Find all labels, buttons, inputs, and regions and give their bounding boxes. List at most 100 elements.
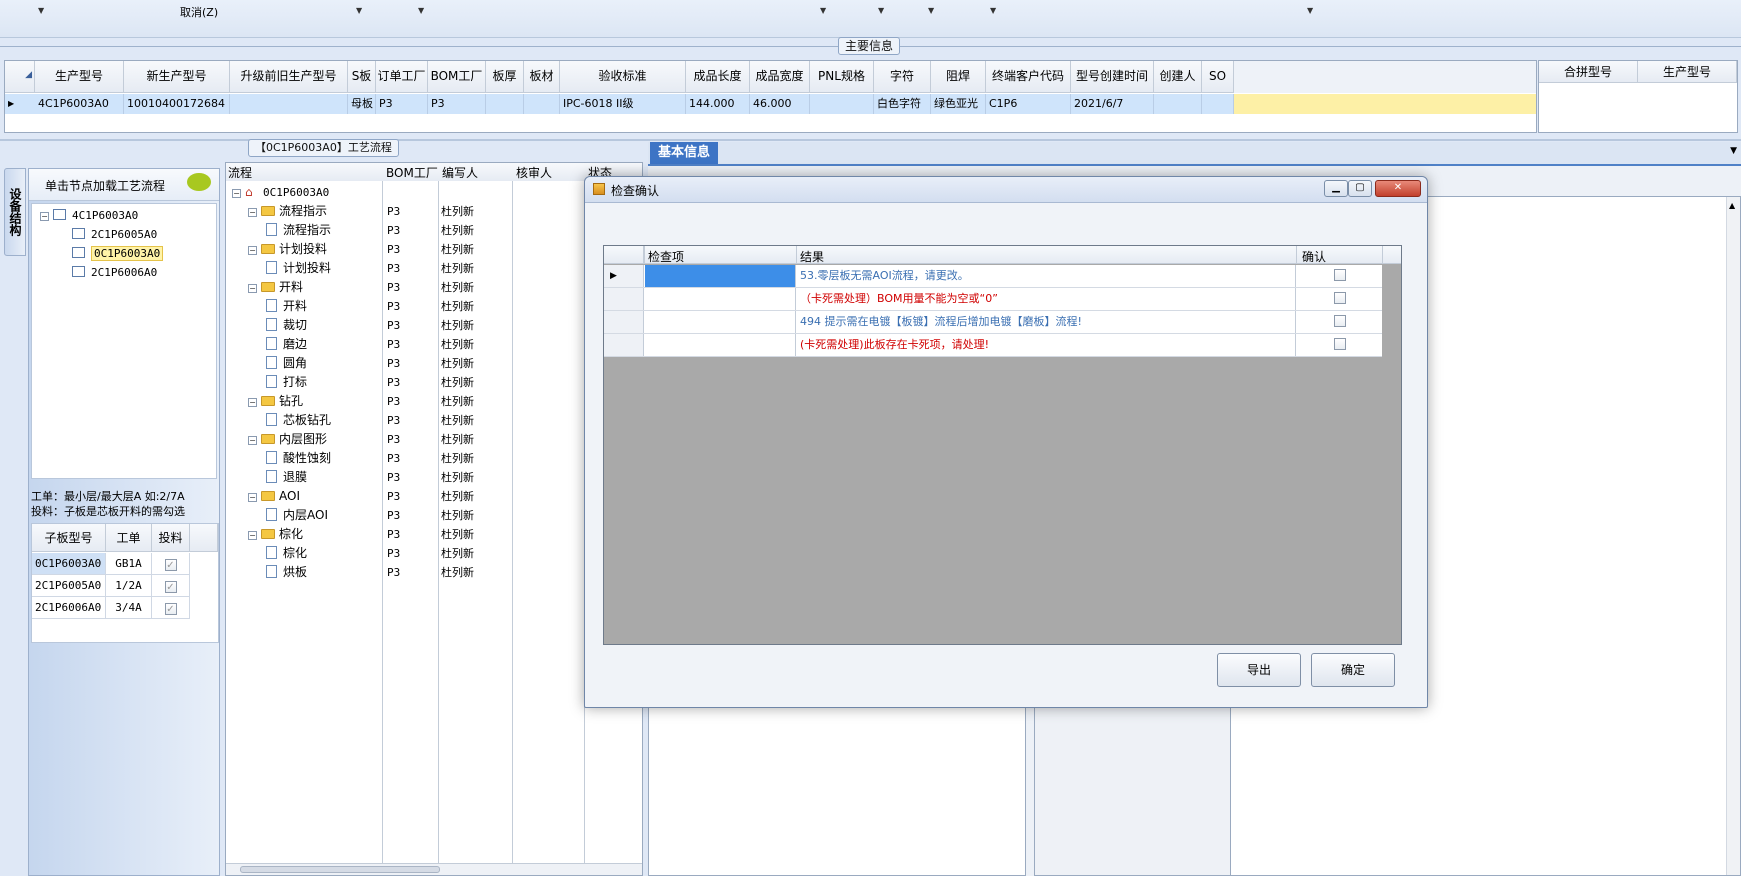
grid-cell[interactable] <box>152 575 190 597</box>
feed-checkbox[interactable] <box>164 581 177 593</box>
confirm-cell[interactable] <box>1297 334 1382 356</box>
dropdown-arrow-icon[interactable]: ▼ <box>1307 6 1313 15</box>
close-icon[interactable]: ✕ <box>1375 180 1421 197</box>
column-header[interactable]: 成品长度 <box>686 61 750 93</box>
process-row[interactable]: 棕化 P3 杜列新 <box>226 544 641 563</box>
tab-device-structure[interactable]: 设备结构 <box>4 168 26 256</box>
grid-cell[interactable]: 10010400172684 <box>124 94 230 114</box>
process-row[interactable]: 磨边 P3 杜列新 <box>226 335 641 354</box>
collapse-icon[interactable]: − <box>248 208 257 217</box>
grid-cell[interactable]: 4C1P6003A0 <box>35 94 124 114</box>
merge-model-grid[interactable]: 合拼型号 生产型号 <box>1538 60 1738 133</box>
confirm-checkbox[interactable] <box>1333 338 1346 350</box>
grid-cell[interactable]: 绿色亚光 <box>931 94 986 114</box>
process-row[interactable]: 打标 P3 杜列新 <box>226 373 641 392</box>
check-item-cell[interactable] <box>645 334 796 356</box>
table-row[interactable]: 2C1P6006A0 <box>32 597 106 619</box>
grid-cell[interactable]: 3/4A <box>106 597 152 619</box>
tree-node[interactable]: 2C1P6005A0 <box>72 227 157 243</box>
collapse-icon[interactable]: − <box>248 436 257 445</box>
check-item-cell[interactable] <box>645 288 796 310</box>
grid-cell[interactable]: P3 <box>376 94 428 114</box>
grid-cell[interactable] <box>810 94 874 114</box>
column-header[interactable]: S板 <box>348 61 376 93</box>
process-row[interactable]: − AOI P3 杜列新 <box>226 487 641 506</box>
check-result-cell[interactable]: （卡死需处理）BOM用量不能为空或“0” <box>797 288 1296 310</box>
maximize-icon[interactable]: ▢ <box>1348 180 1372 197</box>
table-row[interactable]: 0C1P6003A0 <box>32 553 106 575</box>
column-header[interactable]: BOM工厂 <box>428 61 486 93</box>
column-header[interactable]: SO <box>1202 61 1234 93</box>
dropdown-arrow-icon[interactable]: ▼ <box>38 6 44 15</box>
cancel-menu-item[interactable]: 取消(Z) <box>180 4 218 20</box>
column-header[interactable]: 编写人 <box>442 164 478 181</box>
column-header[interactable]: 型号创建时间 <box>1071 61 1154 93</box>
dropdown-arrow-icon[interactable]: ▼ <box>990 6 996 15</box>
tab-basic-info[interactable]: 基本信息 <box>650 142 719 164</box>
column-header[interactable]: 阻焊 <box>931 61 986 93</box>
process-row[interactable]: − 计划投料 P3 杜列新 <box>226 240 641 259</box>
collapse-icon[interactable]: − <box>248 284 257 293</box>
process-row[interactable]: − 开料 P3 杜列新 <box>226 278 641 297</box>
column-header[interactable]: 板材 <box>524 61 560 93</box>
grid-cell[interactable] <box>1154 94 1202 114</box>
scroll-up-icon[interactable]: ▲ <box>1729 201 1735 210</box>
process-row[interactable]: 酸性蚀刻 P3 杜列新 <box>226 449 641 468</box>
column-header[interactable]: 新生产型号 <box>124 61 230 93</box>
confirm-cell[interactable] <box>1297 265 1382 287</box>
table-row[interactable]: 2C1P6005A0 <box>32 575 106 597</box>
process-row[interactable]: 圆角 P3 杜列新 <box>226 354 641 373</box>
collapse-icon[interactable]: − <box>40 212 49 221</box>
process-row[interactable]: − 内层图形 P3 杜列新 <box>226 430 641 449</box>
tree-root[interactable]: − ⌂ 0C1P6003A0 <box>226 183 641 202</box>
column-header[interactable]: 投料 <box>152 524 190 552</box>
collapse-icon[interactable]: − <box>248 398 257 407</box>
check-result-cell[interactable]: 494 提示需在电镀【板镀】流程后增加电镀【磨板】流程! <box>797 311 1296 333</box>
confirm-checkbox[interactable] <box>1333 292 1346 304</box>
process-row[interactable]: − 钻孔 P3 杜列新 <box>226 392 641 411</box>
column-header[interactable]: 字符 <box>874 61 931 93</box>
check-item-cell[interactable] <box>645 265 796 287</box>
column-header[interactable]: 核审人 <box>516 164 552 181</box>
table-row[interactable]: ▶ 53.零层板无需AOI流程，请更改。 <box>604 265 1382 288</box>
process-row[interactable]: − 棕化 P3 杜列新 <box>226 525 641 544</box>
grid-cell[interactable]: P3 <box>428 94 486 114</box>
collapse-icon[interactable]: − <box>232 189 241 198</box>
grid-cell[interactable] <box>152 553 190 575</box>
horizontal-scrollbar[interactable] <box>226 863 642 875</box>
column-header[interactable]: 工单 <box>106 524 152 552</box>
grid-cell[interactable]: 46.000 <box>750 94 810 114</box>
column-header[interactable]: 成品宽度 <box>750 61 810 93</box>
column-header[interactable]: 创建人 <box>1154 61 1202 93</box>
column-header[interactable]: 生产型号 <box>35 61 124 93</box>
grid-cell[interactable]: 144.000 <box>686 94 750 114</box>
grid-cell[interactable]: 1/2A <box>106 575 152 597</box>
process-row[interactable]: 开料 P3 杜列新 <box>226 297 641 316</box>
column-header[interactable]: PNL规格 <box>810 61 874 93</box>
tree-node[interactable]: 2C1P6006A0 <box>72 265 157 281</box>
grid-cell[interactable] <box>230 94 348 114</box>
minimize-icon[interactable]: ▁ <box>1324 180 1348 197</box>
table-row[interactable]: ▶ 4C1P6003A0 10010400172684 母板 P3 P3 IPC-6018 … <box>5 94 1536 114</box>
grid-cell[interactable]: GB1A <box>106 553 152 575</box>
dropdown-arrow-icon[interactable]: ▼ <box>356 6 362 15</box>
column-header[interactable]: 检查项 <box>648 248 684 265</box>
column-header[interactable]: 验收标准 <box>560 61 686 93</box>
collapse-icon[interactable]: − <box>248 531 257 540</box>
confirm-cell[interactable] <box>1297 288 1382 310</box>
process-row[interactable]: 退膜 P3 杜列新 <box>226 468 641 487</box>
tab-menu-arrow-icon[interactable]: ▼ <box>1730 146 1737 156</box>
feed-checkbox[interactable] <box>164 603 177 615</box>
collapse-icon[interactable]: − <box>248 246 257 255</box>
collapse-icon[interactable]: − <box>248 493 257 502</box>
confirm-cell[interactable] <box>1297 311 1382 333</box>
process-row[interactable]: 内层AOI P3 杜列新 <box>226 506 641 525</box>
column-header[interactable]: 升级前旧生产型号 <box>230 61 348 93</box>
tree-node[interactable]: − 4C1P6003A0 <box>40 208 138 224</box>
check-grid[interactable]: 检查项 结果 确认 ▶ 53.零层板无需AOI流程，请更改。 （卡死需处理）BOM用量不… <box>603 245 1402 645</box>
process-row[interactable]: 烘板 P3 杜列新 <box>226 563 641 582</box>
dropdown-arrow-icon[interactable]: ▼ <box>928 6 934 15</box>
column-header[interactable]: 确认 <box>1302 248 1326 265</box>
column-header[interactable]: 板厚 <box>486 61 524 93</box>
column-header[interactable]: 子板型号 <box>32 524 106 552</box>
